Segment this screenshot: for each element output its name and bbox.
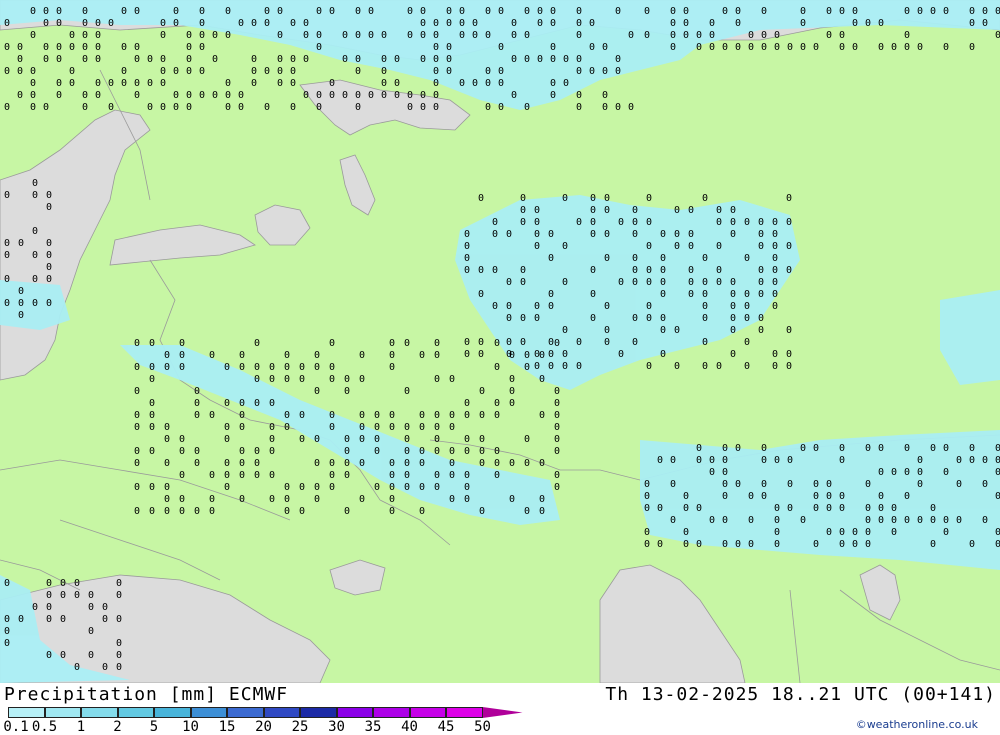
scale-swatch [44, 707, 81, 718]
scale-swatch [117, 707, 154, 718]
scale-swatch [300, 707, 337, 718]
map-title: Precipitation [mm] ECMWF [4, 684, 289, 705]
scale-swatch [190, 707, 227, 718]
scale-swatch [154, 707, 191, 718]
scale-swatch [336, 707, 373, 718]
credit-link[interactable]: ©weatheronline.co.uk [856, 718, 978, 731]
scale-swatch [373, 707, 410, 718]
scale-swatch [446, 707, 483, 718]
scale-swatch [227, 707, 264, 718]
scale-swatch [263, 707, 300, 718]
forecast-datetime: Th 13-02-2025 18..21 UTC (00+141) [605, 684, 996, 705]
scale-swatch [8, 707, 45, 718]
precip-west [0, 280, 70, 330]
scale-swatch [81, 707, 118, 718]
precipitation-map[interactable] [0, 0, 1000, 683]
scale-swatch [409, 707, 446, 718]
